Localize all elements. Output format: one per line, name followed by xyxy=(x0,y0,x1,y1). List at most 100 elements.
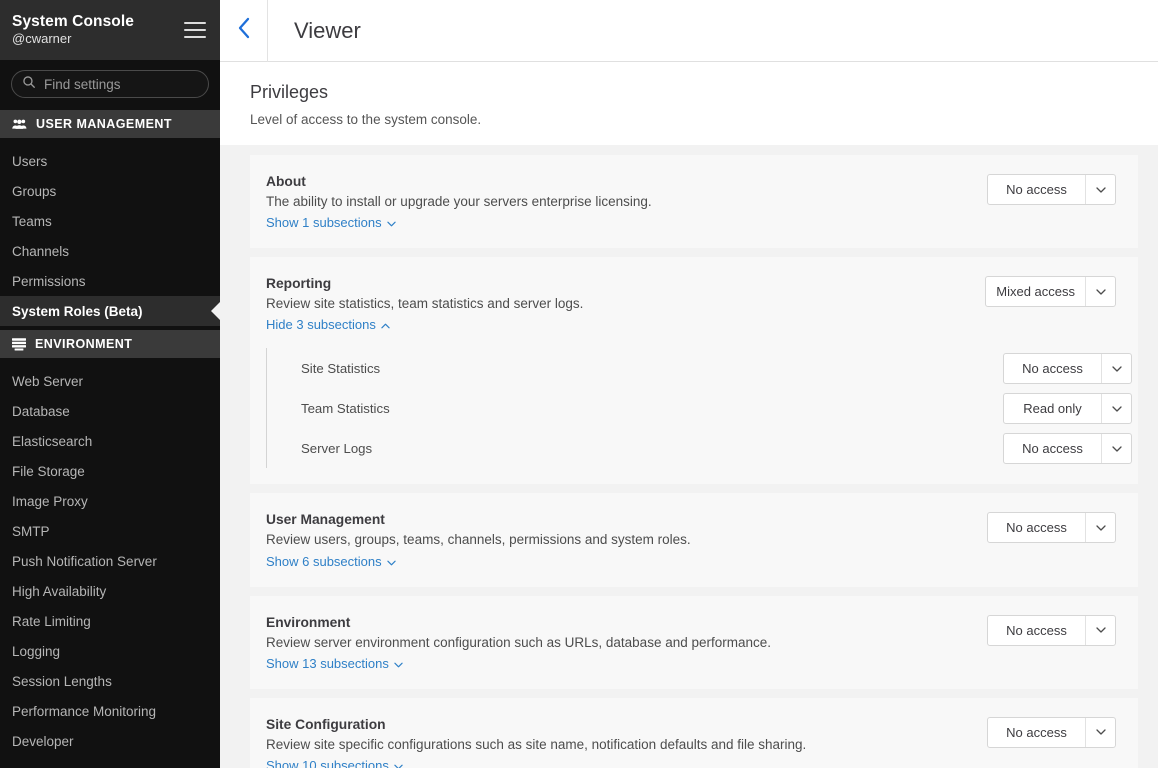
sidebar-item-performance-monitoring[interactable]: Performance Monitoring xyxy=(0,696,220,726)
privilege-card-about: About The ability to install or upgrade … xyxy=(250,155,1138,248)
access-dropdown-value[interactable]: No access xyxy=(988,175,1085,204)
toggle-subsections-label: Show 10 subsections xyxy=(266,758,389,768)
access-dropdown-value[interactable]: No access xyxy=(988,718,1085,747)
sidebar-item-image-proxy[interactable]: Image Proxy xyxy=(0,486,220,516)
search-icon xyxy=(22,75,36,94)
chevron-down-icon xyxy=(387,554,396,569)
privileges-subheading: Level of access to the system console. xyxy=(250,112,1158,127)
sidebar-item-push-notification-server[interactable]: Push Notification Server xyxy=(0,546,220,576)
nav-spacer xyxy=(0,358,220,366)
access-dropdown-value[interactable]: No access xyxy=(1004,354,1101,383)
access-dropdown-value[interactable]: No access xyxy=(988,513,1085,542)
sidebar-item-elasticsearch[interactable]: Elasticsearch xyxy=(0,426,220,456)
sidebar-item-rate-limiting[interactable]: Rate Limiting xyxy=(0,606,220,636)
access-dropdown[interactable]: Mixed access xyxy=(985,276,1116,307)
sidebar-item-users[interactable]: Users xyxy=(0,146,220,176)
card-text: About The ability to install or upgrade … xyxy=(266,173,987,232)
sidebar-section-label: USER MANAGEMENT xyxy=(36,117,172,131)
content-region: Privileges Level of access to the system… xyxy=(220,62,1158,768)
subsection-row-team-statistics: Team Statistics Read only xyxy=(267,388,1138,428)
subsection-row-site-statistics: Site Statistics No access xyxy=(267,348,1138,388)
toggle-subsections-link[interactable]: Show 13 subsections xyxy=(266,656,403,671)
search-container xyxy=(0,60,220,110)
card-text: Reporting Review site statistics, team s… xyxy=(266,275,985,334)
access-dropdown[interactable]: No access xyxy=(987,512,1116,543)
sidebar-item-smtp[interactable]: SMTP xyxy=(0,516,220,546)
card-title: User Management xyxy=(266,512,987,527)
chevron-down-icon[interactable] xyxy=(1101,394,1131,423)
sidebar: System Console @cwarner xyxy=(0,0,220,768)
brand: System Console @cwarner xyxy=(12,13,134,48)
sidebar-item-permissions[interactable]: Permissions xyxy=(0,266,220,296)
sidebar-item-file-storage[interactable]: File Storage xyxy=(0,456,220,486)
chevron-down-icon[interactable] xyxy=(1085,277,1115,306)
access-dropdown-value[interactable]: No access xyxy=(988,616,1085,645)
sidebar-header: System Console @cwarner xyxy=(0,0,220,60)
card-text: Site Configuration Review site specific … xyxy=(266,716,987,768)
chevron-down-icon xyxy=(394,758,403,768)
brand-username: @cwarner xyxy=(12,32,134,47)
sidebar-section-user-management: USER MANAGEMENT xyxy=(0,110,220,138)
card-description: Review server environment configuration … xyxy=(266,634,987,652)
toggle-subsections-link[interactable]: Hide 3 subsections xyxy=(266,317,390,332)
access-dropdown-value[interactable]: No access xyxy=(1004,434,1101,463)
search-input[interactable] xyxy=(44,77,194,92)
privileges-list: About The ability to install or upgrade … xyxy=(220,145,1158,768)
sidebar-list-environment: Web Server Database Elasticsearch File S… xyxy=(0,366,220,756)
chevron-left-icon xyxy=(237,17,251,44)
card-text: Environment Review server environment co… xyxy=(266,614,987,673)
card-description: Review site statistics, team statistics … xyxy=(266,295,985,313)
sidebar-item-groups[interactable]: Groups xyxy=(0,176,220,206)
chevron-down-icon[interactable] xyxy=(1085,513,1115,542)
sidebar-item-system-roles[interactable]: System Roles (Beta) xyxy=(0,296,220,326)
sidebar-item-web-server[interactable]: Web Server xyxy=(0,366,220,396)
card-title: Environment xyxy=(266,615,987,630)
chevron-down-icon[interactable] xyxy=(1101,434,1131,463)
access-dropdown[interactable]: No access xyxy=(987,174,1116,205)
sidebar-item-database[interactable]: Database xyxy=(0,396,220,426)
page-title: Viewer xyxy=(268,18,361,44)
subsection-label: Server Logs xyxy=(301,441,372,456)
access-dropdown-value[interactable]: Mixed access xyxy=(986,277,1085,306)
back-button[interactable] xyxy=(220,0,268,62)
card-main: Reporting Review site statistics, team s… xyxy=(250,275,1138,334)
access-dropdown[interactable]: No access xyxy=(1003,433,1132,464)
toggle-subsections-link[interactable]: Show 6 subsections xyxy=(266,554,396,569)
privileges-heading: Privileges xyxy=(250,82,1158,103)
chevron-down-icon xyxy=(394,656,403,671)
card-text: User Management Review users, groups, te… xyxy=(266,511,987,570)
access-dropdown-value[interactable]: Read only xyxy=(1004,394,1101,423)
card-description: The ability to install or upgrade your s… xyxy=(266,193,987,211)
sidebar-section-environment: ENVIRONMENT xyxy=(0,330,220,358)
access-dropdown[interactable]: No access xyxy=(987,717,1116,748)
access-dropdown[interactable]: No access xyxy=(987,615,1116,646)
sidebar-item-high-availability[interactable]: High Availability xyxy=(0,576,220,606)
brand-title: System Console xyxy=(12,13,134,31)
chevron-down-icon[interactable] xyxy=(1101,354,1131,383)
toggle-subsections-label: Show 6 subsections xyxy=(266,554,382,569)
access-dropdown[interactable]: No access xyxy=(1003,353,1132,384)
toggle-subsections-link[interactable]: Show 10 subsections xyxy=(266,758,403,768)
chevron-down-icon[interactable] xyxy=(1085,718,1115,747)
privilege-card-site-configuration: Site Configuration Review site specific … xyxy=(250,698,1138,768)
users-group-icon xyxy=(12,118,27,130)
app-root: System Console @cwarner xyxy=(0,0,1158,768)
sidebar-item-session-lengths[interactable]: Session Lengths xyxy=(0,666,220,696)
sidebar-nav: USER MANAGEMENT Users Groups Teams Chann… xyxy=(0,110,220,756)
search-box[interactable] xyxy=(11,70,209,98)
sidebar-item-developer[interactable]: Developer xyxy=(0,726,220,756)
server-stack-icon xyxy=(12,338,26,351)
sidebar-list-user-management: Users Groups Teams Channels Permissions … xyxy=(0,146,220,326)
toggle-subsections-link[interactable]: Show 1 subsections xyxy=(266,215,396,230)
sidebar-item-channels[interactable]: Channels xyxy=(0,236,220,266)
chevron-down-icon xyxy=(387,215,396,230)
hamburger-icon[interactable] xyxy=(184,22,206,38)
access-dropdown[interactable]: Read only xyxy=(1003,393,1132,424)
chevron-down-icon[interactable] xyxy=(1085,175,1115,204)
subsection-inner: Site Statistics No access xyxy=(266,348,1138,468)
top-bar: Viewer xyxy=(220,0,1158,62)
sidebar-item-logging[interactable]: Logging xyxy=(0,636,220,666)
chevron-down-icon[interactable] xyxy=(1085,616,1115,645)
main-region: Viewer Privileges Level of access to the… xyxy=(220,0,1158,768)
sidebar-item-teams[interactable]: Teams xyxy=(0,206,220,236)
